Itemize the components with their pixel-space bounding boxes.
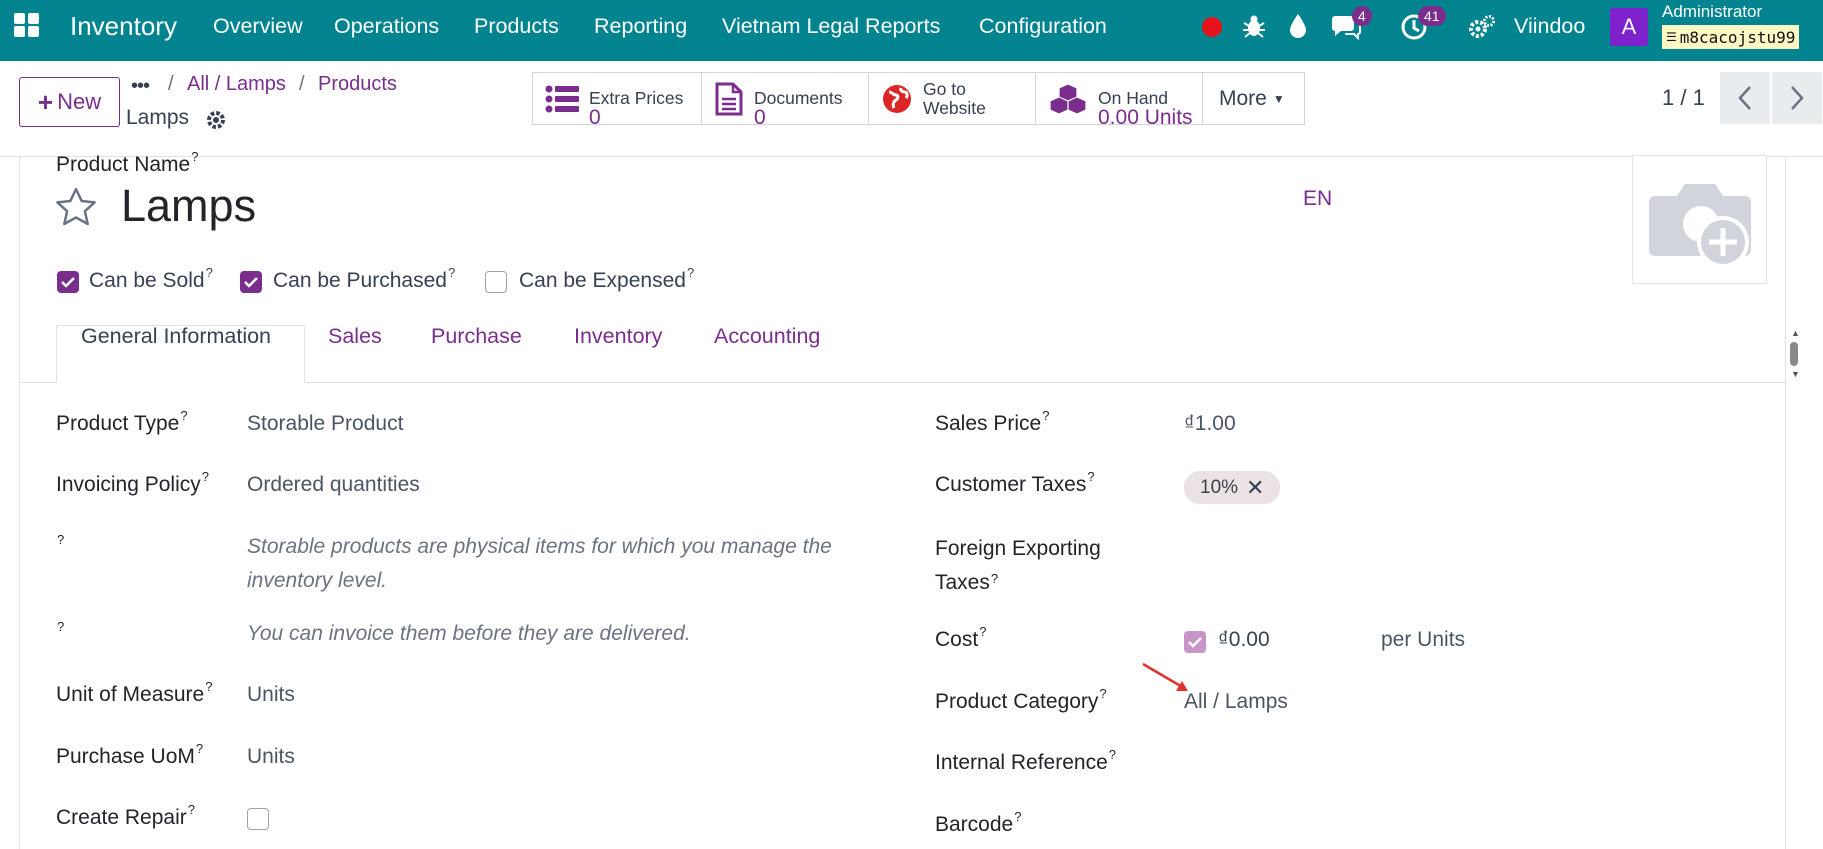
- apps-menu-icon[interactable]: [14, 13, 42, 39]
- tab-accounting[interactable]: Accounting: [714, 324, 820, 349]
- next-record-button[interactable]: [1772, 72, 1822, 124]
- tab-sales[interactable]: Sales: [328, 324, 382, 349]
- cubes-icon: [1049, 82, 1087, 115]
- barcode-label: Barcode?: [935, 809, 1022, 836]
- product-type-hint: Storable products are physical items for…: [247, 535, 832, 592]
- tab-purchase[interactable]: Purchase: [431, 324, 522, 349]
- settings-gears-icon[interactable]: [1468, 14, 1496, 40]
- plus-icon: +: [37, 86, 54, 117]
- menu-overview[interactable]: Overview: [213, 14, 303, 39]
- can-be-expensed-label: Can be Expensed?: [519, 265, 695, 292]
- help-mark: ?: [57, 619, 65, 634]
- control-panel: + New ••• / All / Lamps / Products Lamps…: [0, 61, 1823, 157]
- help-mark: ?: [57, 532, 65, 547]
- app-name[interactable]: Inventory: [70, 11, 177, 42]
- user-avatar[interactable]: A: [1610, 8, 1648, 46]
- unit-of-measure-field[interactable]: Units: [247, 683, 295, 707]
- invoicing-policy-label: Invoicing Policy?: [56, 469, 209, 496]
- debug-bug-icon[interactable]: [1242, 13, 1266, 39]
- on-hand-button[interactable]: On Hand 0.00 Units: [1035, 72, 1203, 128]
- breadcrumb-separator: /: [168, 73, 174, 95]
- favorite-star-icon[interactable]: [54, 186, 98, 228]
- can-be-purchased-checkbox[interactable]: [240, 271, 262, 293]
- user-name[interactable]: Administrator: [1662, 2, 1762, 22]
- company-switcher[interactable]: Viindoo: [1514, 14, 1585, 39]
- product-type-label: Product Type?: [56, 408, 188, 435]
- cost-unit-label: per Units: [1381, 628, 1466, 651]
- database-badge: ☰ m8cacojstu99: [1662, 25, 1800, 49]
- can-be-expensed-checkbox[interactable]: [485, 271, 507, 293]
- invoicing-policy-field[interactable]: Ordered quantities: [247, 473, 420, 497]
- can-be-sold-checkbox[interactable]: [57, 271, 79, 293]
- pager-value[interactable]: 1 / 1: [1662, 85, 1705, 111]
- tab-inventory[interactable]: Inventory: [574, 324, 662, 349]
- internal-reference-label: Internal Reference?: [935, 747, 1117, 774]
- can-be-purchased-label: Can be Purchased?: [273, 265, 456, 292]
- globe-icon: [883, 84, 911, 113]
- cost-checkbox[interactable]: [1184, 631, 1206, 653]
- record-icon[interactable]: [1202, 17, 1222, 37]
- new-button[interactable]: + New: [19, 77, 120, 127]
- sales-price-label: Sales Price?: [935, 408, 1050, 435]
- tab-general-information-label: General Information: [81, 324, 272, 348]
- chat-count-badge: 4: [1352, 6, 1372, 26]
- caret-down-icon: ▼: [1272, 91, 1285, 106]
- theme-drop-icon[interactable]: [1288, 12, 1308, 40]
- extra-prices-button[interactable]: Extra Prices 0: [532, 72, 702, 128]
- menu-operations[interactable]: Operations: [334, 14, 439, 39]
- product-category-label: Product Category?: [935, 686, 1107, 713]
- purchase-uom-label: Purchase UoM?: [56, 741, 204, 768]
- breadcrumb-more-icon[interactable]: •••: [131, 75, 150, 98]
- annotation-arrow-icon: [1142, 662, 1188, 691]
- can-be-sold-label: Can be Sold?: [89, 265, 213, 292]
- sales-price-field[interactable]: ₫1.00: [1184, 412, 1236, 436]
- cost-label: Cost?: [935, 624, 987, 651]
- chevron-left-icon: [1738, 86, 1751, 110]
- chevron-right-icon: [1791, 86, 1804, 110]
- invoicing-hint: You can invoice them before they are del…: [247, 622, 691, 645]
- activity-count-badge: 41: [1418, 6, 1446, 26]
- database-icon: ☰: [1666, 30, 1677, 44]
- more-button[interactable]: More ▼: [1202, 72, 1305, 125]
- breadcrumb-item-products[interactable]: Products: [318, 73, 397, 96]
- documents-button[interactable]: Documents 0: [701, 72, 869, 128]
- gear-icon[interactable]: [205, 109, 227, 131]
- unit-of-measure-label: Unit of Measure?: [56, 679, 213, 706]
- create-repair-label: Create Repair?: [56, 802, 195, 829]
- language-button[interactable]: EN: [1303, 187, 1332, 211]
- vertical-scrollbar[interactable]: ▲ ▼: [1788, 328, 1800, 380]
- database-name: m8cacojstu99: [1679, 27, 1796, 47]
- go-to-website-button[interactable]: Go to Website: [868, 72, 1036, 125]
- document-icon: [715, 82, 743, 115]
- previous-record-button[interactable]: [1720, 72, 1770, 124]
- breadcrumb-item-category[interactable]: All / Lamps: [187, 73, 286, 96]
- product-type-field[interactable]: Storable Product: [247, 412, 403, 436]
- list-icon: [545, 85, 579, 112]
- breadcrumb-separator: /: [299, 73, 305, 95]
- camera-add-icon: [1649, 184, 1751, 268]
- menu-configuration[interactable]: Configuration: [979, 14, 1107, 39]
- remove-tag-icon[interactable]: ✕: [1246, 475, 1264, 501]
- purchase-uom-field[interactable]: Units: [247, 745, 295, 769]
- product-category-field[interactable]: All / Lamps: [1184, 690, 1288, 714]
- record-title: Lamps: [126, 106, 190, 129]
- top-navbar: Inventory Overview Operations Products R…: [0, 0, 1823, 61]
- product-name-label: Product Name?: [56, 149, 199, 176]
- create-repair-checkbox[interactable]: [247, 808, 269, 830]
- menu-reporting[interactable]: Reporting: [594, 14, 687, 39]
- product-image[interactable]: [1632, 155, 1767, 284]
- product-name-field[interactable]: Lamps: [121, 180, 256, 232]
- foreign-exporting-taxes-label: Foreign Exporting Taxes?: [935, 537, 1101, 594]
- customer-taxes-label: Customer Taxes?: [935, 469, 1095, 496]
- cost-field[interactable]: ₫0.00: [1218, 628, 1270, 652]
- menu-products[interactable]: Products: [474, 14, 559, 39]
- menu-vietnam-legal-reports[interactable]: Vietnam Legal Reports: [722, 14, 940, 39]
- customer-tax-tag[interactable]: 10% ✕: [1184, 471, 1281, 504]
